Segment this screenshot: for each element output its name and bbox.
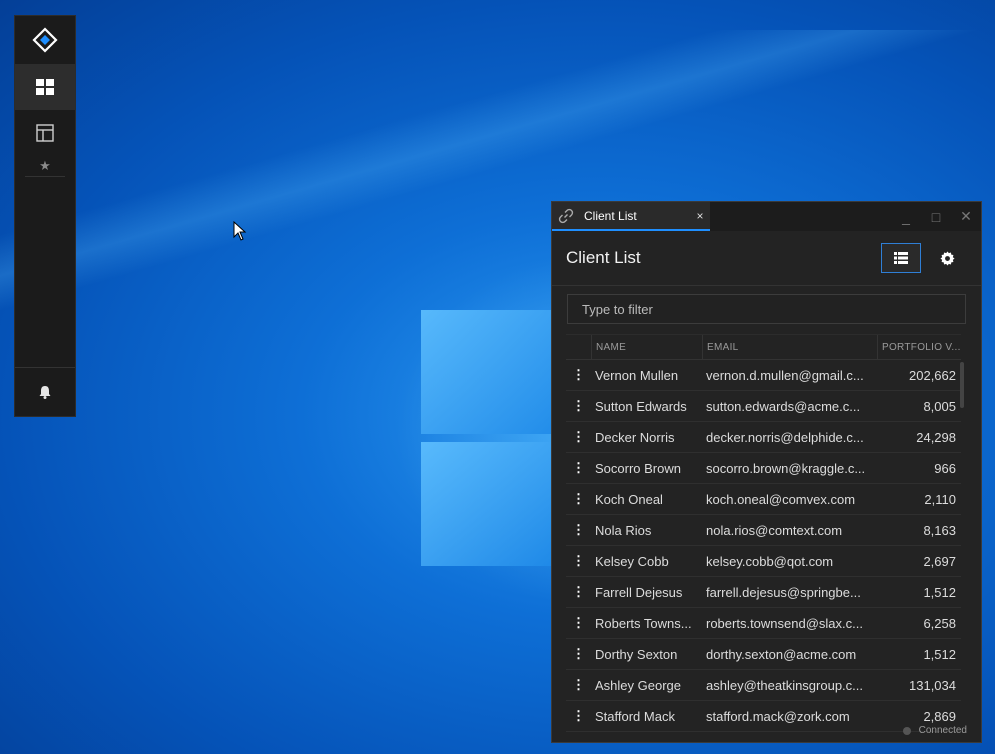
table-row[interactable]: ⋮ Farrell Dejesus farrell.dejesus@springbe… [566, 577, 961, 608]
column-header-portfolio-value[interactable]: PORTFOLIO V... [877, 335, 961, 359]
column-header-name[interactable]: NAME [591, 335, 702, 359]
client-name: Socorro Brown [595, 460, 681, 476]
client-email: dorthy.sexton@acme.com [706, 646, 857, 662]
client-name: Farrell Dejesus [595, 584, 683, 600]
table-row[interactable]: ⋮ Koch Oneal koch.oneal@comvex.com 2,110 [566, 484, 961, 515]
mouse-cursor-icon [233, 220, 247, 246]
client-email: koch.oneal@comvex.com [706, 491, 856, 507]
table-row[interactable]: ⋮ Sutton Edwards sutton.edwards@acme.c... 8… [566, 391, 961, 422]
portfolio-value: 1,512 [923, 646, 956, 662]
star-icon[interactable]: ★ [15, 156, 75, 176]
window-header: Client List [552, 231, 981, 286]
launcher-sidebar: ★ [14, 15, 76, 417]
client-name: Kelsey Cobb [595, 553, 669, 569]
client-email: socorro.brown@kraggle.c... [706, 460, 866, 476]
client-email: stafford.mack@zork.com [706, 708, 850, 724]
client-table: NAME EMAIL PORTFOLIO V... ⋮ Vernon Mullen… [566, 334, 964, 732]
client-email: vernon.d.mullen@gmail.c... [706, 367, 864, 383]
list-view-button[interactable] [881, 243, 921, 273]
tab-client-list[interactable]: Client List × [552, 202, 710, 231]
client-name: Vernon Mullen [595, 367, 679, 383]
tab-title: Client List [584, 208, 637, 223]
row-menu-icon[interactable]: ⋮ [566, 391, 591, 421]
row-menu-icon[interactable]: ⋮ [566, 360, 591, 390]
table-row[interactable]: ⋮ Decker Norris decker.norris@delphide.c..… [566, 422, 961, 453]
portfolio-value: 8,005 [923, 398, 956, 414]
row-menu-icon[interactable]: ⋮ [566, 453, 591, 483]
table-row[interactable]: ⋮ Dorthy Sexton dorthy.sexton@acme.com 1,51… [566, 639, 961, 670]
client-email: nola.rios@comtext.com [706, 522, 843, 538]
close-window-icon[interactable]: ✕ [951, 208, 981, 225]
dashboard-icon[interactable] [15, 64, 75, 110]
portfolio-value: 966 [934, 460, 956, 476]
tab-close-icon[interactable]: × [690, 209, 710, 223]
window-titlebar[interactable]: Client List × _ □ ✕ [552, 202, 981, 231]
table-row[interactable]: ⋮ Kelsey Cobb kelsey.cobb@qot.com 2,697 [566, 546, 961, 577]
client-email: decker.norris@delphide.c... [706, 429, 864, 445]
window-controls: _ □ ✕ [891, 202, 981, 231]
connection-status: Connected [902, 725, 967, 736]
row-menu-icon[interactable]: ⋮ [566, 670, 591, 700]
row-menu-icon[interactable]: ⋮ [566, 701, 591, 731]
client-name: Decker Norris [595, 429, 675, 445]
portfolio-value: 6,258 [923, 615, 956, 631]
page-title: Client List [566, 248, 641, 267]
client-name: Sutton Edwards [595, 398, 687, 414]
app-logo-icon[interactable] [15, 16, 75, 64]
portfolio-value: 202,662 [909, 367, 956, 383]
gear-icon [939, 250, 955, 266]
list-icon [894, 252, 908, 264]
filter-input[interactable]: Type to filter [567, 294, 966, 324]
row-menu-icon[interactable]: ⋮ [566, 515, 591, 545]
table-row[interactable]: ⋮ Nola Rios nola.rios@comtext.com 8,163 [566, 515, 961, 546]
sidebar-divider [25, 176, 65, 177]
status-text: Connected [918, 725, 967, 736]
row-menu-icon[interactable]: ⋮ [566, 422, 591, 452]
portfolio-value: 2,697 [923, 553, 956, 569]
table-row[interactable]: ⋮ Socorro Brown socorro.brown@kraggle.c...… [566, 453, 961, 484]
client-name: Ashley George [595, 677, 681, 693]
portfolio-value: 8,163 [923, 522, 956, 538]
row-menu-icon[interactable]: ⋮ [566, 639, 591, 669]
client-email: kelsey.cobb@qot.com [706, 553, 834, 569]
client-name: Nola Rios [595, 522, 652, 538]
portfolio-value: 2,110 [924, 491, 956, 507]
portfolio-value: 24,298 [916, 429, 956, 445]
table-row[interactable]: ⋮ Vernon Mullen vernon.d.mullen@gmail.c...… [566, 360, 961, 391]
scrollbar-thumb[interactable] [960, 362, 964, 408]
table-row[interactable]: ⋮ Roberts Towns... roberts.townsend@slax.c… [566, 608, 961, 639]
client-email: farrell.dejesus@springbe... [706, 584, 861, 600]
client-name: Roberts Towns... [595, 615, 692, 631]
header-menu-column [566, 335, 591, 359]
portfolio-value: 1,512 [923, 584, 956, 600]
windows-logo-pane-bottom [421, 442, 553, 566]
row-menu-icon[interactable]: ⋮ [566, 577, 591, 607]
windows-logo-pane-top [421, 310, 553, 434]
table-header: NAME EMAIL PORTFOLIO V... [566, 334, 961, 360]
table-row[interactable]: ⋮ Ashley George ashley@theatkinsgroup.c...… [566, 670, 961, 701]
layout-icon[interactable] [15, 110, 75, 156]
client-list-window: Client List × _ □ ✕ Client List Type to … [551, 201, 982, 743]
client-name: Dorthy Sexton [595, 646, 678, 662]
client-name: Stafford Mack [595, 708, 675, 724]
row-menu-icon[interactable]: ⋮ [566, 484, 591, 514]
portfolio-value: 131,034 [909, 677, 956, 693]
row-menu-icon[interactable]: ⋮ [566, 546, 591, 576]
filter-placeholder: Type to filter [582, 301, 653, 317]
column-header-email[interactable]: EMAIL [702, 335, 877, 359]
client-email: roberts.townsend@slax.c... [706, 615, 863, 631]
row-menu-icon[interactable]: ⋮ [566, 608, 591, 638]
status-dot-icon [902, 726, 911, 735]
bell-icon[interactable] [15, 367, 75, 416]
link-icon[interactable] [558, 208, 574, 224]
minimize-icon[interactable]: _ [891, 209, 921, 225]
client-email: sutton.edwards@acme.c... [706, 398, 861, 414]
client-email: ashley@theatkinsgroup.c... [706, 677, 864, 693]
maximize-icon[interactable]: □ [921, 209, 951, 225]
settings-button[interactable] [927, 243, 967, 273]
table-body[interactable]: ⋮ Vernon Mullen vernon.d.mullen@gmail.c...… [566, 360, 964, 732]
client-name: Koch Oneal [595, 491, 663, 507]
